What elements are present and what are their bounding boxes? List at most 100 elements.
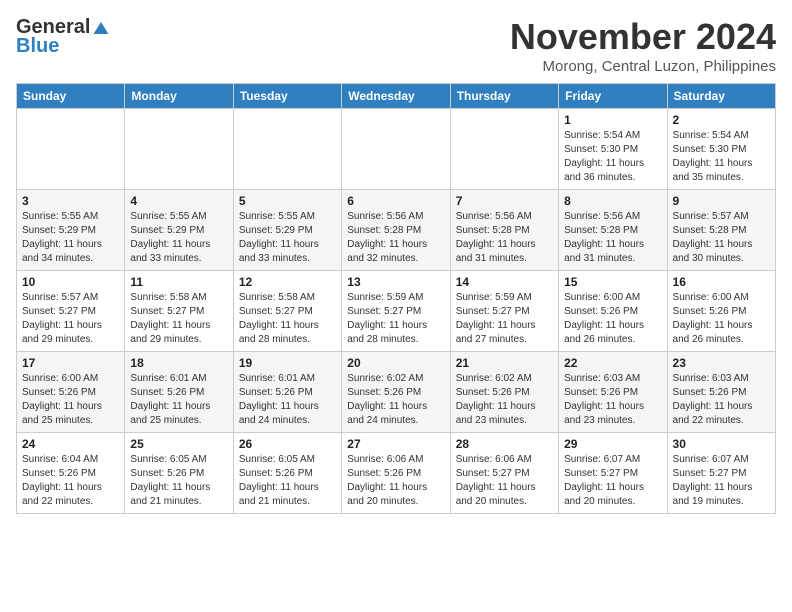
calendar-table: SundayMondayTuesdayWednesdayThursdayFrid… [16, 83, 776, 514]
calendar-week-row: 3 Sunrise: 5:55 AM Sunset: 5:29 PM Daylig… [17, 190, 776, 271]
day-number: 18 [130, 356, 227, 370]
day-info: Sunrise: 5:59 AM Sunset: 5:27 PM Dayligh… [456, 291, 553, 347]
calendar-day-cell: 17 Sunrise: 6:00 AM Sunset: 5:26 PM Dayli… [17, 352, 125, 433]
day-info: Sunrise: 6:03 AM Sunset: 5:26 PM Dayligh… [673, 372, 770, 428]
weekday-header: Saturday [667, 84, 775, 109]
day-number: 21 [456, 356, 553, 370]
calendar-day-cell: 6 Sunrise: 5:56 AM Sunset: 5:28 PM Daylig… [342, 190, 450, 271]
day-number: 26 [239, 437, 336, 451]
calendar-day-cell: 5 Sunrise: 5:55 AM Sunset: 5:29 PM Daylig… [233, 190, 341, 271]
calendar-day-cell: 29 Sunrise: 6:07 AM Sunset: 5:27 PM Dayli… [559, 433, 667, 514]
calendar-day-cell [342, 109, 450, 190]
calendar-week-row: 24 Sunrise: 6:04 AM Sunset: 5:26 PM Dayli… [17, 433, 776, 514]
calendar-day-cell [17, 109, 125, 190]
logo-blue: Blue [16, 35, 59, 58]
calendar-day-cell: 2Sunrise: 5:54 AM Sunset: 5:30 PM Daylig… [667, 109, 775, 190]
calendar-day-cell [233, 109, 341, 190]
day-info: Sunrise: 5:54 AM Sunset: 5:30 PM Dayligh… [564, 129, 661, 185]
day-info: Sunrise: 5:55 AM Sunset: 5:29 PM Dayligh… [22, 210, 119, 266]
day-number: 1 [564, 113, 661, 127]
day-number: 13 [347, 275, 444, 289]
day-info: Sunrise: 6:07 AM Sunset: 5:27 PM Dayligh… [564, 453, 661, 509]
day-number: 8 [564, 194, 661, 208]
day-info: Sunrise: 6:00 AM Sunset: 5:26 PM Dayligh… [564, 291, 661, 347]
calendar-day-cell: 25 Sunrise: 6:05 AM Sunset: 5:26 PM Dayli… [125, 433, 233, 514]
calendar-day-cell: 10 Sunrise: 5:57 AM Sunset: 5:27 PM Dayli… [17, 271, 125, 352]
calendar-day-cell: 3 Sunrise: 5:55 AM Sunset: 5:29 PM Daylig… [17, 190, 125, 271]
day-number: 2 [673, 113, 770, 127]
title-block: November 2024 Morong, Central Luzon, Phi… [510, 16, 776, 75]
day-number: 24 [22, 437, 119, 451]
day-number: 7 [456, 194, 553, 208]
weekday-header: Monday [125, 84, 233, 109]
day-info: Sunrise: 6:04 AM Sunset: 5:26 PM Dayligh… [22, 453, 119, 509]
calendar-day-cell: 18Sunrise: 6:01 AM Sunset: 5:26 PM Dayli… [125, 352, 233, 433]
day-info: Sunrise: 6:00 AM Sunset: 5:26 PM Dayligh… [673, 291, 770, 347]
day-number: 19 [239, 356, 336, 370]
day-info: Sunrise: 5:58 AM Sunset: 5:27 PM Dayligh… [239, 291, 336, 347]
logo-icon [92, 19, 110, 37]
logo: General Blue [16, 16, 110, 58]
day-number: 25 [130, 437, 227, 451]
calendar-day-cell [450, 109, 558, 190]
day-info: Sunrise: 5:56 AM Sunset: 5:28 PM Dayligh… [564, 210, 661, 266]
day-number: 6 [347, 194, 444, 208]
calendar-week-row: 1 Sunrise: 5:54 AM Sunset: 5:30 PM Daylig… [17, 109, 776, 190]
calendar-week-row: 10 Sunrise: 5:57 AM Sunset: 5:27 PM Dayli… [17, 271, 776, 352]
day-number: 23 [673, 356, 770, 370]
day-number: 20 [347, 356, 444, 370]
calendar-day-cell: 15Sunrise: 6:00 AM Sunset: 5:26 PM Dayli… [559, 271, 667, 352]
calendar-day-cell: 28Sunrise: 6:06 AM Sunset: 5:27 PM Dayli… [450, 433, 558, 514]
month-title: November 2024 [510, 16, 776, 58]
day-number: 16 [673, 275, 770, 289]
day-number: 30 [673, 437, 770, 451]
day-info: Sunrise: 5:57 AM Sunset: 5:28 PM Dayligh… [673, 210, 770, 266]
day-info: Sunrise: 6:06 AM Sunset: 5:26 PM Dayligh… [347, 453, 444, 509]
day-info: Sunrise: 6:05 AM Sunset: 5:26 PM Dayligh… [239, 453, 336, 509]
day-info: Sunrise: 5:56 AM Sunset: 5:28 PM Dayligh… [456, 210, 553, 266]
day-info: Sunrise: 6:02 AM Sunset: 5:26 PM Dayligh… [456, 372, 553, 428]
calendar-day-cell: 19 Sunrise: 6:01 AM Sunset: 5:26 PM Dayli… [233, 352, 341, 433]
calendar-day-cell: 24 Sunrise: 6:04 AM Sunset: 5:26 PM Dayli… [17, 433, 125, 514]
day-number: 17 [22, 356, 119, 370]
weekday-header: Tuesday [233, 84, 341, 109]
weekday-header: Sunday [17, 84, 125, 109]
calendar-day-cell: 21 Sunrise: 6:02 AM Sunset: 5:26 PM Dayli… [450, 352, 558, 433]
day-info: Sunrise: 5:55 AM Sunset: 5:29 PM Dayligh… [239, 210, 336, 266]
day-info: Sunrise: 6:03 AM Sunset: 5:26 PM Dayligh… [564, 372, 661, 428]
day-number: 4 [130, 194, 227, 208]
day-number: 10 [22, 275, 119, 289]
calendar-day-cell: 16 Sunrise: 6:00 AM Sunset: 5:26 PM Dayli… [667, 271, 775, 352]
day-info: Sunrise: 5:56 AM Sunset: 5:28 PM Dayligh… [347, 210, 444, 266]
weekday-header: Thursday [450, 84, 558, 109]
day-info: Sunrise: 5:55 AM Sunset: 5:29 PM Dayligh… [130, 210, 227, 266]
calendar-day-cell: 20 Sunrise: 6:02 AM Sunset: 5:26 PM Dayli… [342, 352, 450, 433]
day-info: Sunrise: 5:57 AM Sunset: 5:27 PM Dayligh… [22, 291, 119, 347]
calendar-day-cell: 14Sunrise: 5:59 AM Sunset: 5:27 PM Dayli… [450, 271, 558, 352]
day-info: Sunrise: 6:00 AM Sunset: 5:26 PM Dayligh… [22, 372, 119, 428]
calendar-day-cell: 1 Sunrise: 5:54 AM Sunset: 5:30 PM Daylig… [559, 109, 667, 190]
calendar-day-cell: 23 Sunrise: 6:03 AM Sunset: 5:26 PM Dayli… [667, 352, 775, 433]
day-number: 3 [22, 194, 119, 208]
calendar-day-cell: 30 Sunrise: 6:07 AM Sunset: 5:27 PM Dayli… [667, 433, 775, 514]
calendar-day-cell: 12Sunrise: 5:58 AM Sunset: 5:27 PM Dayli… [233, 271, 341, 352]
day-number: 27 [347, 437, 444, 451]
day-info: Sunrise: 6:02 AM Sunset: 5:26 PM Dayligh… [347, 372, 444, 428]
day-number: 5 [239, 194, 336, 208]
day-info: Sunrise: 6:07 AM Sunset: 5:27 PM Dayligh… [673, 453, 770, 509]
calendar-day-cell: 11Sunrise: 5:58 AM Sunset: 5:27 PM Dayli… [125, 271, 233, 352]
calendar-day-cell: 22 Sunrise: 6:03 AM Sunset: 5:26 PM Dayli… [559, 352, 667, 433]
day-info: Sunrise: 6:01 AM Sunset: 5:26 PM Dayligh… [239, 372, 336, 428]
day-info: Sunrise: 6:05 AM Sunset: 5:26 PM Dayligh… [130, 453, 227, 509]
day-number: 11 [130, 275, 227, 289]
day-info: Sunrise: 6:06 AM Sunset: 5:27 PM Dayligh… [456, 453, 553, 509]
day-number: 22 [564, 356, 661, 370]
calendar-day-cell: 13Sunrise: 5:59 AM Sunset: 5:27 PM Dayli… [342, 271, 450, 352]
page-header: General Blue November 2024 Morong, Centr… [16, 16, 776, 75]
calendar-day-cell: 7 Sunrise: 5:56 AM Sunset: 5:28 PM Daylig… [450, 190, 558, 271]
day-number: 29 [564, 437, 661, 451]
calendar-header-row: SundayMondayTuesdayWednesdayThursdayFrid… [17, 84, 776, 109]
calendar-day-cell [125, 109, 233, 190]
calendar-day-cell: 27 Sunrise: 6:06 AM Sunset: 5:26 PM Dayli… [342, 433, 450, 514]
calendar-day-cell: 4 Sunrise: 5:55 AM Sunset: 5:29 PM Daylig… [125, 190, 233, 271]
